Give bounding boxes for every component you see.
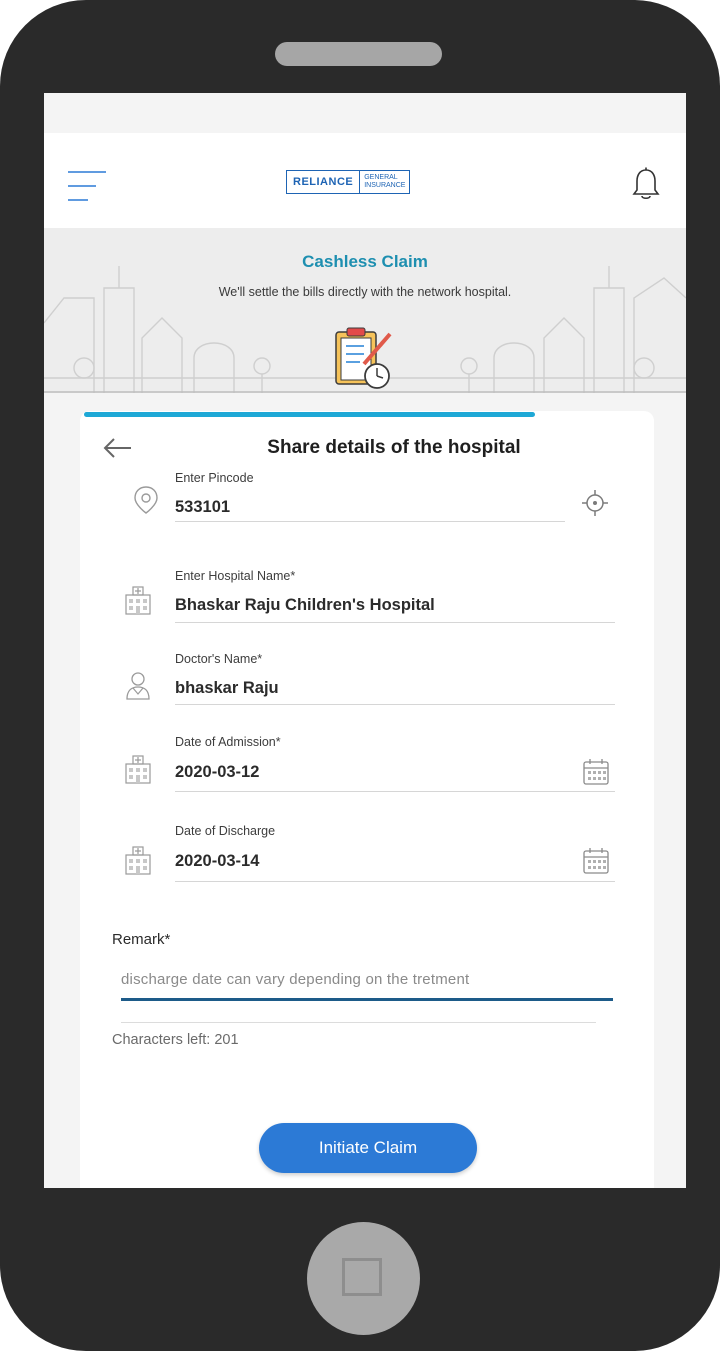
logo-subtitle: GENERAL INSURANCE: [360, 170, 411, 194]
remark-underline: [121, 998, 613, 1001]
app-screen: RELIANCE GENERAL INSURANCE Cashless Clai…: [44, 93, 686, 1188]
menu-icon[interactable]: [66, 166, 106, 206]
pincode-label: Enter Pincode: [175, 471, 254, 485]
form-card: [80, 411, 654, 1188]
hospital-name-value: Bhaskar Raju Children's Hospital: [175, 596, 435, 614]
notification-bell-icon[interactable]: [632, 167, 660, 201]
app-header: RELIANCE GENERAL INSURANCE: [44, 133, 686, 228]
remark-input[interactable]: [121, 971, 611, 988]
admission-date-label: Date of Admission*: [175, 735, 281, 749]
calendar-icon[interactable]: [582, 758, 610, 786]
characters-left-counter: Characters left: 201: [112, 1032, 239, 1048]
form-title: Share details of the hospital: [267, 437, 521, 458]
pincode-value: 533101: [175, 498, 231, 516]
discharge-date-underline: [175, 881, 615, 882]
phone-speaker: [275, 42, 442, 66]
pincode-underline: [175, 521, 565, 522]
hospital-name-underline: [175, 622, 615, 623]
calendar-icon[interactable]: [582, 847, 610, 875]
discharge-date-label: Date of Discharge: [175, 824, 276, 838]
divider: [121, 1022, 596, 1023]
home-square-icon: [342, 1258, 382, 1296]
claim-clipboard-icon: [335, 327, 392, 389]
logo-sub-general: GENERAL: [364, 174, 398, 181]
initiate-claim-button[interactable]: Initiate Claim: [259, 1123, 477, 1173]
logo-sub-insurance: INSURANCE: [364, 182, 406, 189]
discharge-date-value: 2020-03-14: [175, 852, 260, 870]
admission-date-value: 2020-03-12: [175, 763, 260, 781]
hospital-building-icon: [125, 586, 151, 615]
location-pin-icon: [134, 486, 158, 514]
banner-subtitle: We'll settle the bills directly with the…: [218, 285, 512, 299]
locate-me-icon[interactable]: [581, 489, 609, 517]
reliance-logo: RELIANCE GENERAL INSURANCE: [286, 170, 411, 194]
hospital-building-icon: [125, 846, 151, 875]
admission-date-underline: [175, 791, 615, 792]
phone-frame: RELIANCE GENERAL INSURANCE Cashless Clai…: [0, 0, 720, 1351]
doctor-icon: [126, 672, 150, 700]
doctor-name-value: bhaskar Raju: [175, 679, 279, 697]
back-arrow-icon[interactable]: [102, 437, 132, 459]
hospital-name-label: Enter Hospital Name*: [175, 569, 296, 583]
banner-title: Cashless Claim: [302, 252, 428, 271]
progress-bar: [84, 412, 535, 417]
hospital-building-icon: [125, 755, 151, 784]
doctor-name-label: Doctor's Name*: [175, 652, 263, 666]
home-button[interactable]: [307, 1222, 420, 1335]
cashless-claim-banner: Cashless Claim We'll settle the bills di…: [44, 228, 686, 393]
doctor-name-underline: [175, 704, 615, 705]
remark-label: Remark*: [112, 931, 171, 948]
logo-brand: RELIANCE: [286, 170, 361, 194]
